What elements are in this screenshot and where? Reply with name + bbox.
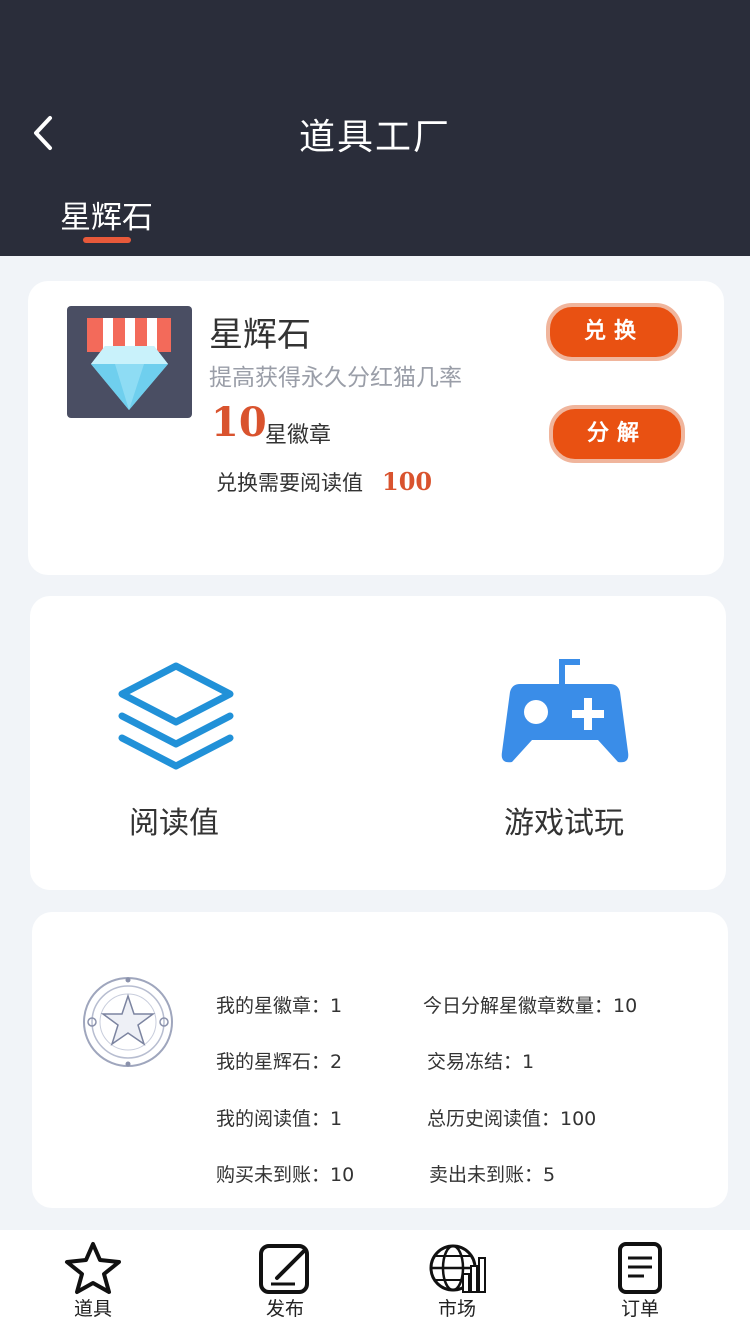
stat-buy-pending: 购买未到账：10 xyxy=(216,1164,355,1186)
stats-card: 我的星徽章：1 今日分解星徽章数量：10 我的星辉石：2 交易冻结：1 我的阅读… xyxy=(32,912,728,1208)
item-price-unit: 星徽章 xyxy=(265,423,332,448)
gamepad-icon xyxy=(501,659,629,763)
stat-trade-frozen: 交易冻结：1 xyxy=(427,1051,535,1073)
tabbar-label-market: 市场 xyxy=(437,1298,476,1320)
header: 道具工厂 星辉石 xyxy=(0,0,750,256)
tabbar-label-props: 道具 xyxy=(73,1298,112,1320)
tabbar-item-orders[interactable]: 订单 xyxy=(580,1230,700,1334)
page-title: 道具工厂 xyxy=(298,117,451,158)
item-image xyxy=(67,306,192,418)
bottom-tab-bar: 道具 发布 市场 订单 xyxy=(0,1230,750,1334)
item-name: 星辉石 xyxy=(209,315,311,355)
stat-my-reading: 我的阅读值：1 xyxy=(216,1108,343,1130)
stat-sell-pending: 卖出未到账：5 xyxy=(429,1164,556,1186)
tabbar-item-publish[interactable]: 发布 xyxy=(225,1230,345,1334)
requirement-label: 兑换需要阅读值 xyxy=(216,471,363,495)
stat-today-decomposed: 今日分解星徽章数量：10 xyxy=(423,995,638,1017)
reading-value-label: 阅读值 xyxy=(129,806,219,841)
decompose-button[interactable]: 分解 xyxy=(549,405,685,463)
globe-chart-icon xyxy=(429,1244,486,1293)
tabbar-item-market[interactable]: 市场 xyxy=(397,1230,517,1334)
diamond-badge-icon xyxy=(87,318,171,410)
functions-card: 阅读值 游戏试玩 xyxy=(30,596,726,890)
exchange-button[interactable]: 兑换 xyxy=(546,303,682,361)
item-description: 提高获得永久分红猫几率 xyxy=(209,365,462,391)
stat-total-reading: 总历史阅读值：100 xyxy=(427,1108,597,1130)
tabbar-item-props[interactable]: 道具 xyxy=(33,1230,153,1334)
layers-icon xyxy=(118,662,234,770)
edit-icon xyxy=(259,1244,309,1294)
item-card: 星辉石 提高获得永久分红猫几率 10 星徽章 兑换需要阅读值 100 兑换 分解 xyxy=(28,281,724,575)
game-trial-label: 游戏试玩 xyxy=(504,806,624,841)
tabbar-label-orders: 订单 xyxy=(620,1298,659,1320)
stat-my-stones: 我的星辉石：2 xyxy=(216,1051,343,1073)
item-price: 10 xyxy=(211,399,267,446)
requirement-value: 100 xyxy=(382,467,433,496)
star-emblem-icon xyxy=(83,977,173,1067)
tab-star-stone[interactable]: 星辉石 xyxy=(60,192,153,237)
stat-my-badges: 我的星徽章：1 xyxy=(216,995,343,1017)
reading-value-entry[interactable]: 阅读值 xyxy=(90,646,260,856)
game-trial-entry[interactable]: 游戏试玩 xyxy=(485,646,655,856)
document-icon xyxy=(618,1242,662,1294)
tab-active-indicator xyxy=(83,237,131,243)
tabbar-label-publish: 发布 xyxy=(265,1298,304,1320)
star-icon xyxy=(65,1242,121,1294)
